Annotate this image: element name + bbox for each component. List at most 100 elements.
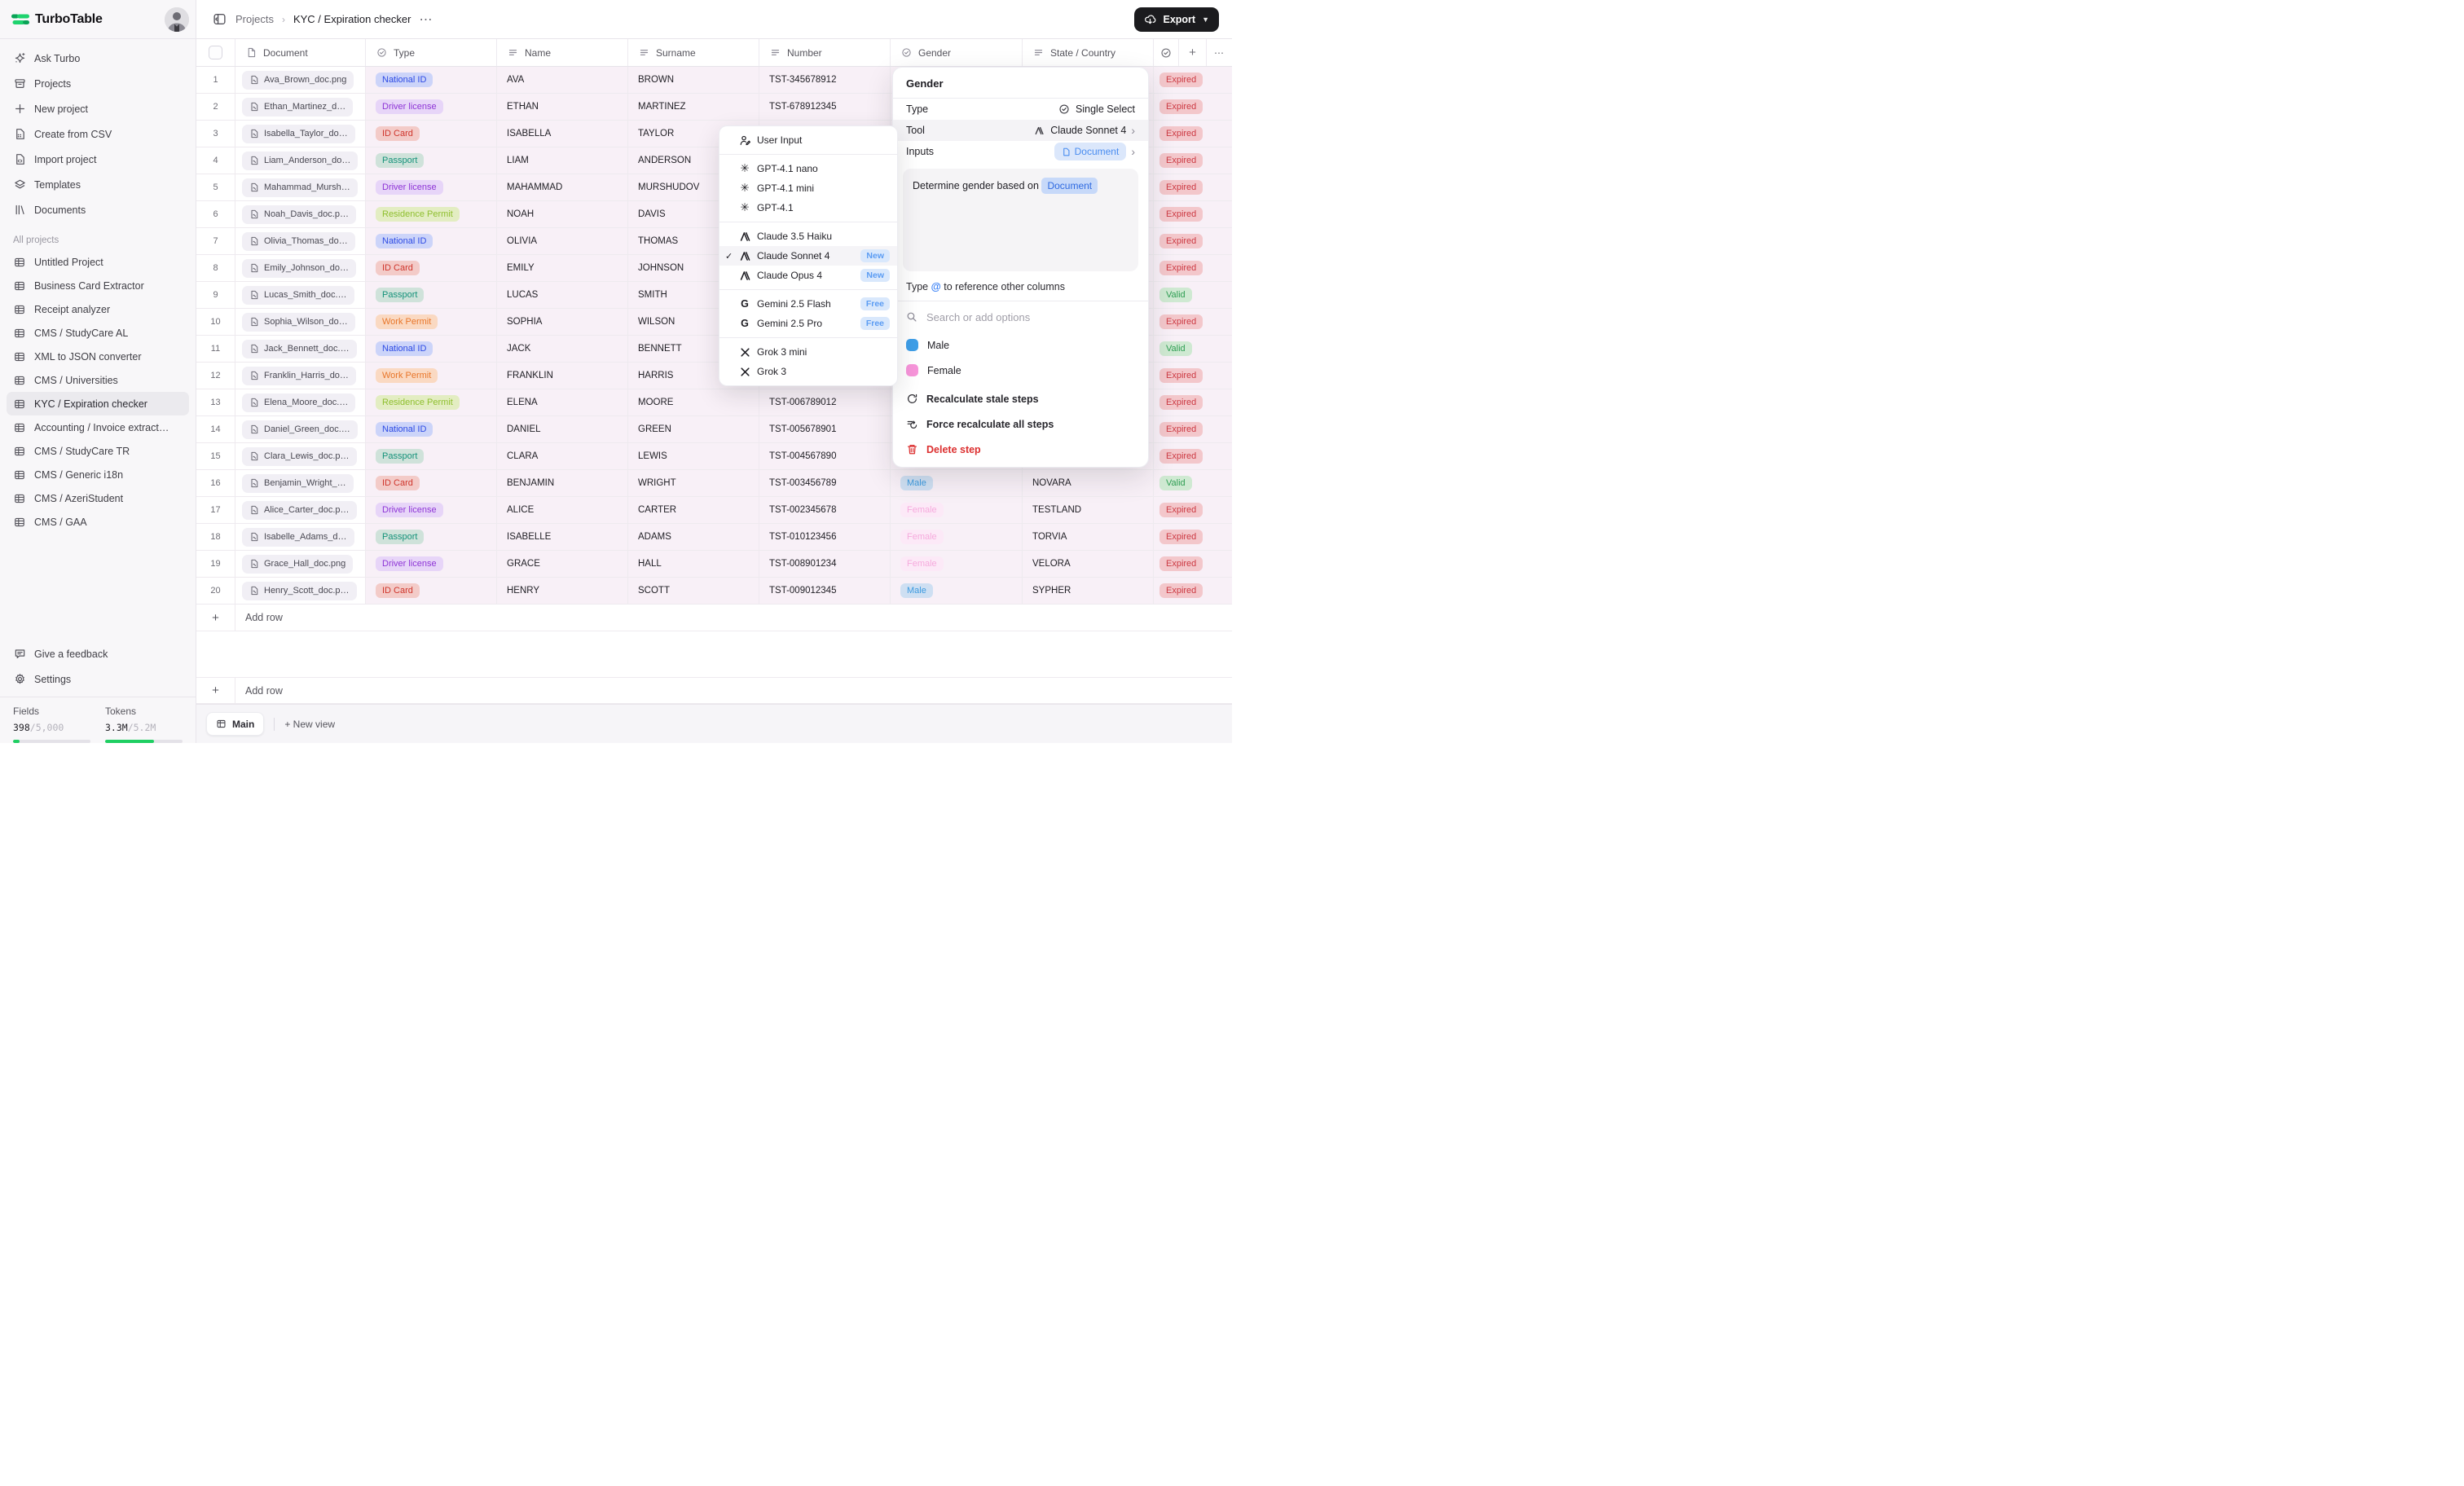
type-cell[interactable]: ID Card bbox=[366, 121, 497, 147]
name-cell[interactable]: LUCAS bbox=[497, 282, 628, 309]
model-option-gpt-4-1-nano[interactable]: ✳ GPT-4.1 nano bbox=[719, 159, 897, 178]
name-cell[interactable]: CLARA bbox=[497, 443, 628, 470]
sidebar-item-new-project[interactable]: New project bbox=[0, 96, 196, 121]
name-cell[interactable]: NOAH bbox=[497, 201, 628, 228]
sidebar-project-item[interactable]: CMS / Generic i18n bbox=[7, 463, 189, 486]
number-cell[interactable]: TST-005678901 bbox=[759, 416, 891, 443]
type-cell[interactable]: National ID bbox=[366, 228, 497, 255]
surname-cell[interactable]: BROWN bbox=[628, 67, 759, 94]
table-more-icon[interactable]: ⋯ bbox=[1206, 39, 1232, 66]
type-cell[interactable]: Passport bbox=[366, 524, 497, 551]
type-cell[interactable]: Work Permit bbox=[366, 309, 497, 336]
row-number-cell[interactable]: 4 bbox=[196, 147, 235, 174]
name-cell[interactable]: ALICE bbox=[497, 497, 628, 524]
status-cell[interactable]: Expired bbox=[1154, 551, 1232, 578]
state-cell[interactable]: VELORA bbox=[1023, 551, 1154, 578]
document-cell[interactable]: Emily_Johnson_do… bbox=[235, 255, 366, 282]
sidebar-project-item[interactable]: KYC / Expiration checker bbox=[7, 392, 189, 415]
force-recalculate-all-steps-button[interactable]: Force recalculate all steps bbox=[893, 411, 1148, 437]
export-button[interactable]: Export ▼ bbox=[1134, 7, 1219, 32]
status-cell[interactable]: Expired bbox=[1154, 578, 1232, 605]
status-cell[interactable]: Expired bbox=[1154, 228, 1232, 255]
model-option-gemini-2-5-flash[interactable]: G Gemini 2.5 Flash Free bbox=[719, 294, 897, 314]
column-header-number[interactable]: Number bbox=[759, 39, 891, 66]
document-cell[interactable]: Clara_Lewis_doc.p… bbox=[235, 443, 366, 470]
document-cell[interactable]: Henry_Scott_doc.p… bbox=[235, 578, 366, 605]
row-number-cell[interactable]: 1 bbox=[196, 67, 235, 94]
name-cell[interactable]: SOPHIA bbox=[497, 309, 628, 336]
gender-cell[interactable]: Male bbox=[891, 470, 1023, 497]
delete-step-button[interactable]: Delete step bbox=[893, 437, 1148, 462]
prompt-document-ref[interactable]: Document bbox=[1041, 178, 1098, 194]
sidebar-item-import-project[interactable]: Import project bbox=[0, 147, 196, 172]
row-number-cell[interactable]: 20 bbox=[196, 578, 235, 605]
name-cell[interactable]: ELENA bbox=[497, 389, 628, 416]
document-cell[interactable]: Grace_Hall_doc.png bbox=[235, 551, 366, 578]
name-cell[interactable]: LIAM bbox=[497, 147, 628, 174]
breadcrumb-more-icon[interactable]: ⋯ bbox=[419, 11, 433, 28]
sidebar-item-ask-turbo[interactable]: Ask Turbo bbox=[0, 46, 196, 71]
sidebar-item-give-a-feedback[interactable]: Give a feedback bbox=[0, 641, 196, 666]
type-cell[interactable]: ID Card bbox=[366, 255, 497, 282]
column-header-document[interactable]: Document bbox=[235, 39, 366, 66]
type-cell[interactable]: Driver license bbox=[366, 551, 497, 578]
recalculate-stale-steps-button[interactable]: Recalculate stale steps bbox=[893, 386, 1148, 411]
add-column-button[interactable]: + bbox=[1178, 39, 1206, 66]
name-cell[interactable]: ISABELLA bbox=[497, 121, 628, 147]
type-cell[interactable]: National ID bbox=[366, 67, 497, 94]
column-header-name[interactable]: Name bbox=[497, 39, 628, 66]
number-cell[interactable]: TST-678912345 bbox=[759, 94, 891, 121]
document-cell[interactable]: Benjamin_Wright_… bbox=[235, 470, 366, 497]
sidebar-project-item[interactable]: CMS / AzeriStudent bbox=[7, 486, 189, 510]
sidebar-project-item[interactable]: Business Card Extractor bbox=[7, 274, 189, 297]
sidebar-item-templates[interactable]: Templates bbox=[0, 172, 196, 197]
type-cell[interactable]: Driver license bbox=[366, 174, 497, 201]
status-cell[interactable]: Expired bbox=[1154, 121, 1232, 147]
surname-cell[interactable]: HALL bbox=[628, 551, 759, 578]
row-number-cell[interactable]: 12 bbox=[196, 363, 235, 389]
name-cell[interactable]: ISABELLE bbox=[497, 524, 628, 551]
status-cell[interactable]: Expired bbox=[1154, 416, 1232, 443]
status-cell[interactable]: Valid bbox=[1154, 470, 1232, 497]
surname-cell[interactable]: CARTER bbox=[628, 497, 759, 524]
type-cell[interactable]: Passport bbox=[366, 443, 497, 470]
document-cell[interactable]: Liam_Anderson_do… bbox=[235, 147, 366, 174]
sidebar-item-settings[interactable]: Settings bbox=[0, 666, 196, 692]
name-cell[interactable]: JACK bbox=[497, 336, 628, 363]
name-cell[interactable]: AVA bbox=[497, 67, 628, 94]
type-cell[interactable]: ID Card bbox=[366, 578, 497, 605]
name-cell[interactable]: MAHAMMAD bbox=[497, 174, 628, 201]
input-document-chip[interactable]: Document bbox=[1054, 143, 1127, 160]
status-cell[interactable]: Expired bbox=[1154, 524, 1232, 551]
type-cell[interactable]: National ID bbox=[366, 416, 497, 443]
number-cell[interactable]: TST-345678912 bbox=[759, 67, 891, 94]
document-cell[interactable]: Mahammad_Mursh… bbox=[235, 174, 366, 201]
row-number-cell[interactable]: 18 bbox=[196, 524, 235, 551]
status-cell[interactable]: Expired bbox=[1154, 67, 1232, 94]
document-cell[interactable]: Elena_Moore_doc.… bbox=[235, 389, 366, 416]
type-cell[interactable]: Driver license bbox=[366, 497, 497, 524]
row-number-cell[interactable]: 19 bbox=[196, 551, 235, 578]
type-cell[interactable]: Residence Permit bbox=[366, 201, 497, 228]
surname-cell[interactable]: ADAMS bbox=[628, 524, 759, 551]
select-all-header[interactable] bbox=[196, 39, 235, 66]
name-cell[interactable]: DANIEL bbox=[497, 416, 628, 443]
sidebar-project-item[interactable]: Receipt analyzer bbox=[7, 297, 189, 321]
document-cell[interactable]: Isabella_Taylor_do… bbox=[235, 121, 366, 147]
model-option-grok-3-mini[interactable]: Grok 3 mini bbox=[719, 342, 897, 362]
type-cell[interactable]: ID Card bbox=[366, 470, 497, 497]
row-number-cell[interactable]: 13 bbox=[196, 389, 235, 416]
number-cell[interactable]: TST-004567890 bbox=[759, 443, 891, 470]
sidebar-project-item[interactable]: CMS / StudyCare TR bbox=[7, 439, 189, 463]
document-cell[interactable]: Lucas_Smith_doc.… bbox=[235, 282, 366, 309]
sidebar-project-item[interactable]: CMS / GAA bbox=[7, 510, 189, 534]
status-cell[interactable]: Expired bbox=[1154, 389, 1232, 416]
row-number-cell[interactable]: 7 bbox=[196, 228, 235, 255]
select-all-checkbox[interactable] bbox=[209, 46, 222, 59]
row-number-cell[interactable]: 14 bbox=[196, 416, 235, 443]
surname-cell[interactable]: LEWIS bbox=[628, 443, 759, 470]
status-cell[interactable]: Expired bbox=[1154, 174, 1232, 201]
add-row-button[interactable]: + Add row bbox=[196, 605, 1232, 631]
document-cell[interactable]: Isabelle_Adams_d… bbox=[235, 524, 366, 551]
status-cell[interactable]: Expired bbox=[1154, 443, 1232, 470]
